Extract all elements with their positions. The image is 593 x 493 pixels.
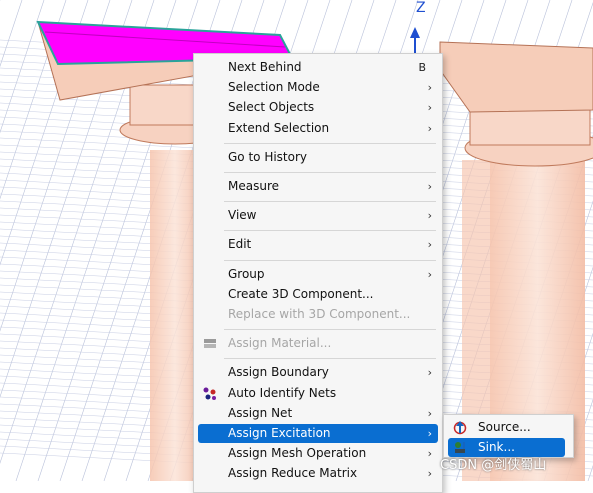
menu-item-auto-identify-nets[interactable]: Auto Identify Nets	[198, 384, 438, 403]
menu-separator	[224, 230, 436, 232]
menu-item-label: Edit	[228, 237, 252, 252]
menu-item-go-to-history[interactable]: Go to History	[198, 148, 438, 167]
menu-item-label: Assign Net	[228, 405, 293, 420]
chevron-right-icon: ›	[427, 209, 432, 223]
menu-item-measure[interactable]: Measure ›	[198, 177, 438, 196]
menu-item-label: Measure	[228, 179, 279, 193]
menu-item-label: Assign Excitation	[228, 426, 331, 440]
sink-icon	[452, 440, 468, 455]
menu-separator	[224, 358, 436, 360]
menu-separator	[224, 329, 436, 331]
menu-item-label: Group	[228, 266, 265, 281]
menu-item-replace-with-3d-component: Replace with 3D Component...	[198, 305, 438, 324]
menu-item-label: Replace with 3D Component...	[228, 307, 411, 321]
chevron-right-icon: ›	[427, 427, 432, 440]
menu-item-label: Select Objects	[228, 100, 315, 115]
menu-item-label: Assign Material...	[228, 336, 332, 351]
material-icon	[202, 336, 218, 351]
submenu-item-label: Source...	[478, 420, 531, 434]
menu-item-view[interactable]: View ›	[198, 206, 438, 225]
menu-item-label: Create 3D Component...	[228, 286, 374, 301]
menu-item-label: Next Behind	[228, 60, 302, 74]
menu-item-next-behind[interactable]: Next Behind B	[198, 58, 438, 77]
menu-item-assign-material: Assign Material...	[198, 334, 438, 353]
context-menu: Next Behind B Selection Mode › Select Object…	[193, 53, 443, 493]
chevron-right-icon: ›	[427, 406, 432, 420]
menu-item-label: View	[228, 208, 257, 223]
menu-item-assign-net[interactable]: Assign Net ›	[198, 404, 438, 423]
submenu-item-source[interactable]: Source...	[448, 418, 565, 437]
watermark: CSDN @剑侠蜀山	[440, 458, 547, 473]
chevron-right-icon: ›	[427, 180, 432, 193]
shortcut-key: B	[418, 61, 426, 74]
menu-item-assign-excitation[interactable]: Assign Excitation ›	[198, 424, 438, 443]
menu-item-group[interactable]: Group ›	[198, 265, 438, 284]
menu-item-edit[interactable]: Edit ›	[198, 235, 438, 254]
menu-item-label: Selection Mode	[228, 80, 320, 95]
z-axis-label: Z	[416, 0, 426, 16]
menu-item-extend-selection[interactable]: Extend Selection ›	[198, 119, 438, 138]
menu-item-label: Go to History	[228, 149, 308, 164]
nets-icon	[202, 386, 218, 401]
chevron-right-icon: ›	[427, 267, 432, 281]
source-icon	[452, 420, 468, 435]
menu-item-select-objects[interactable]: Select Objects ›	[198, 98, 438, 117]
menu-item-label: Extend Selection	[228, 120, 330, 135]
menu-item-assign-mesh-operation[interactable]: Assign Mesh Operation ›	[198, 444, 438, 463]
chevron-right-icon: ›	[427, 366, 432, 380]
menu-item-create-3d-component[interactable]: Create 3D Component...	[198, 285, 438, 304]
menu-separator	[224, 142, 436, 144]
menu-item-selection-mode[interactable]: Selection Mode ›	[198, 78, 438, 97]
menu-item-label: Assign Mesh Operation	[228, 446, 367, 461]
excitation-submenu: Source... Sink...	[443, 414, 574, 458]
menu-separator	[224, 259, 436, 261]
menu-item-label: Auto Identify Nets	[228, 385, 337, 400]
menu-separator	[224, 201, 436, 203]
menu-item-assign-boundary[interactable]: Assign Boundary ›	[198, 363, 438, 382]
chevron-right-icon: ›	[427, 81, 432, 95]
chevron-right-icon: ›	[427, 238, 432, 252]
chevron-right-icon: ›	[427, 447, 432, 461]
chevron-right-icon: ›	[427, 121, 432, 135]
menu-separator	[224, 172, 436, 173]
menu-item-label: Assign Boundary	[228, 365, 329, 380]
chevron-right-icon: ›	[427, 101, 432, 115]
